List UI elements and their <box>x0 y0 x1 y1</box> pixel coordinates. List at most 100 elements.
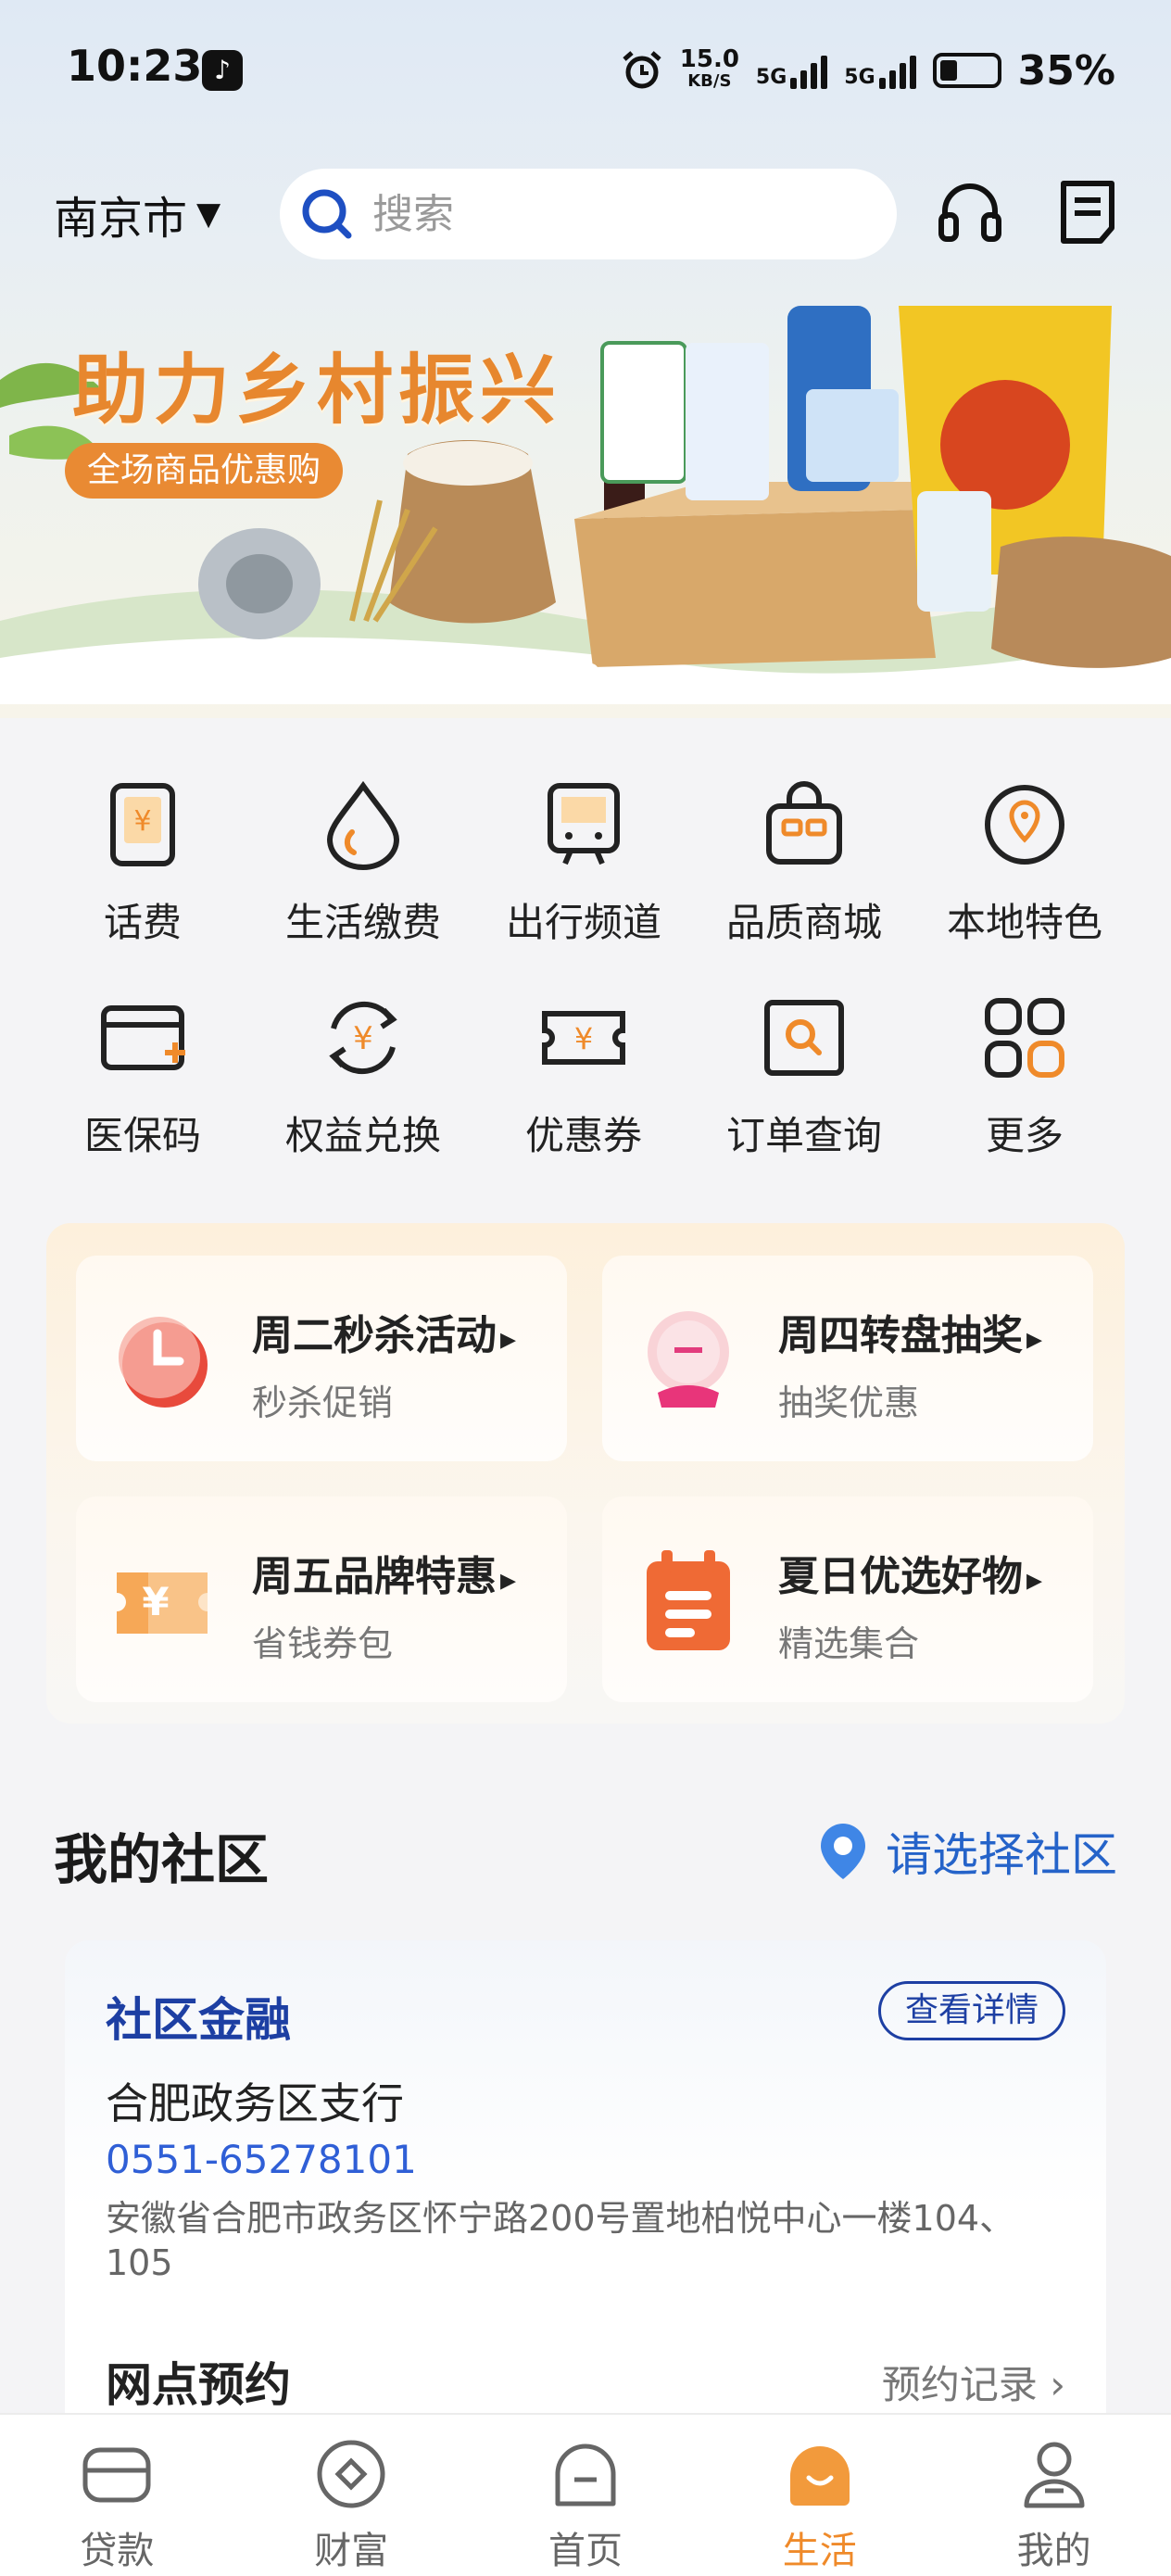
search-input[interactable] <box>372 190 836 238</box>
signal-sim1: 5G <box>755 52 828 89</box>
pick-community-label: 请选择社区 <box>886 1828 1117 1882</box>
quick-item-utilities[interactable]: 生活缴费 <box>253 741 473 954</box>
svg-text:¥: ¥ <box>133 805 151 838</box>
nav-label: 首页 <box>548 2530 623 2572</box>
nav-label: 财富 <box>314 2530 389 2572</box>
quick-item-local[interactable]: 本地特色 <box>914 741 1135 954</box>
battery-icon <box>932 53 1001 88</box>
tiktok-icon: ♪ <box>202 50 243 91</box>
bottom-nav: 贷款 财富 首页 生活 我的 <box>0 2413 1171 2576</box>
life-icon <box>789 2446 850 2506</box>
city-selector[interactable]: 南京市 ▼ <box>54 182 220 246</box>
quick-item-travel[interactable]: 出行频道 <box>473 741 694 954</box>
network-speed-unit: KB/S <box>687 71 732 91</box>
nav-tab-profile[interactable]: 我的 <box>937 2415 1171 2576</box>
pick-community-button[interactable]: 请选择社区 <box>817 1818 1117 1885</box>
quick-item-coupon[interactable]: ¥ 优惠券 <box>473 954 694 1168</box>
notepad-icon[interactable] <box>1056 178 1121 246</box>
promo-subtitle: 精选集合 <box>778 1623 920 1664</box>
community-card-title: 社区金融 <box>106 1993 291 2047</box>
water-drop-icon <box>326 780 400 870</box>
pagination-dot-active <box>584 663 598 678</box>
banner-pagination <box>556 663 598 678</box>
promo-title: 周二秒杀活动 <box>252 1302 516 1361</box>
quick-item-orders[interactable]: 订单查询 <box>694 954 914 1168</box>
nav-tab-wealth[interactable]: 财富 <box>234 2415 469 2576</box>
quick-item-label: 本地特色 <box>946 900 1102 945</box>
nav-label: 生活 <box>782 2530 857 2572</box>
coupon-ticket-icon: ¥ <box>117 1572 208 1634</box>
promo-subtitle: 秒杀促销 <box>252 1383 394 1423</box>
branch-booking-title: 网点预约 <box>106 2358 291 2412</box>
promo-title: 周五品牌特惠 <box>252 1543 516 1602</box>
quick-item-label: 更多 <box>985 1113 1064 1158</box>
alarm-icon <box>623 51 661 89</box>
svg-text:¥: ¥ <box>574 1021 593 1056</box>
quick-item-label: 话费 <box>103 900 182 945</box>
view-details-button[interactable]: 查看详情 <box>877 1981 1065 2040</box>
promo-panel: 周二秒杀活动 秒杀促销 周四转盘抽奖 抽奖优惠 ¥ 周五品牌特惠 省钱券包 <box>46 1223 1125 1724</box>
signal-sim2: 5G <box>844 52 916 89</box>
network-speed-value: 15.0 <box>679 45 739 73</box>
nav-label: 贷款 <box>80 2530 155 2572</box>
promo-subtitle: 抽奖优惠 <box>778 1383 920 1423</box>
booking-record-link[interactable]: 预约记录 › <box>882 2354 1065 2410</box>
promo-card-flash-sale[interactable]: 周二秒杀活动 秒杀促销 <box>76 1256 567 1461</box>
phone-bill-icon: ¥ <box>110 783 175 866</box>
quick-item-label: 医保码 <box>83 1113 201 1158</box>
pagination-dot <box>556 663 571 678</box>
banner-title: 助力乡村振兴 <box>72 328 561 438</box>
quick-item-mall[interactable]: 品质商城 <box>694 741 914 954</box>
calendar-list-icon <box>647 1550 730 1650</box>
quick-item-more[interactable]: 更多 <box>914 954 1135 1168</box>
quick-service-grid: ¥ 话费 生活缴费 出行频道 品质商城 本地特色 医保码 ¥ 权益兑换 ¥ 优惠… <box>0 741 1171 1168</box>
nav-label: 我的 <box>1016 2530 1091 2572</box>
bus-icon <box>548 783 620 865</box>
promo-card-brand-deal[interactable]: ¥ 周五品牌特惠 省钱券包 <box>76 1496 567 1702</box>
nav-tab-life[interactable]: 生活 <box>702 2415 937 2576</box>
promo-subtitle: 省钱券包 <box>252 1623 394 1664</box>
order-search-icon <box>764 1000 844 1076</box>
promo-banner[interactable]: 助力乡村振兴 全场商品优惠购 <box>0 269 1171 704</box>
quick-item-exchange[interactable]: ¥ 权益兑换 <box>253 954 473 1168</box>
wealth-icon <box>317 2440 385 2508</box>
quick-item-label: 权益兑换 <box>284 1113 441 1158</box>
status-indicators: 15.0 KB/S 5G 5G 35% <box>621 43 1115 98</box>
profile-icon <box>1024 2442 1085 2508</box>
loan-icon <box>82 2447 151 2503</box>
status-bar: 10:23 ♪ 15.0 KB/S 5G 5G 35% <box>0 0 1171 139</box>
quick-item-label: 生活缴费 <box>284 900 441 945</box>
network-speed: 15.0 KB/S <box>679 45 739 93</box>
search-icon <box>302 189 352 239</box>
crystal-ball-icon <box>648 1311 729 1408</box>
quick-item-medical[interactable]: 医保码 <box>32 954 253 1168</box>
quick-item-label: 品质商城 <box>725 900 882 945</box>
quick-item-phone-bill[interactable]: ¥ 话费 <box>32 741 253 954</box>
headset-icon[interactable] <box>936 178 1004 246</box>
promo-card-summer-picks[interactable]: 夏日优选好物 精选集合 <box>602 1496 1093 1702</box>
promo-title: 周四转盘抽奖 <box>778 1302 1042 1361</box>
home-icon <box>555 2443 616 2507</box>
exchange-icon: ¥ <box>329 1001 397 1075</box>
location-pin-icon <box>821 1824 865 1879</box>
banner-title-text: 助力乡村振兴 <box>72 346 562 435</box>
quick-row: ¥ 话费 生活缴费 出行频道 品质商城 本地特色 <box>0 741 1171 954</box>
top-bar: 南京市 ▼ <box>0 158 1171 269</box>
signal-bars-icon <box>878 52 916 89</box>
branch-address: 安徽省合肥市政务区怀宁路200号置地柏悦中心一楼104、105 <box>106 2198 1015 2283</box>
nav-tab-loan[interactable]: 贷款 <box>0 2415 234 2576</box>
clock-icon <box>119 1317 208 1408</box>
nav-tab-home[interactable]: 首页 <box>469 2415 703 2576</box>
search-box[interactable] <box>280 169 897 259</box>
clock: 10:23 <box>67 41 203 91</box>
caret-down-icon: ▼ <box>196 196 221 233</box>
coupon-icon: ¥ <box>542 1011 625 1065</box>
branch-phone-link[interactable]: 0551-65278101 <box>106 2137 417 2182</box>
quick-item-label: 优惠券 <box>524 1113 642 1158</box>
hero-area: 10:23 ♪ 15.0 KB/S 5G 5G 35% 南京市 ▼ 搜索 助力乡… <box>0 0 1171 718</box>
promo-title: 夏日优选好物 <box>778 1543 1042 1602</box>
sim1-label: 5G <box>755 66 787 89</box>
medical-card-icon <box>101 1005 185 1070</box>
section-title-community: 我的社区 <box>54 1828 270 1891</box>
promo-card-lottery[interactable]: 周四转盘抽奖 抽奖优惠 <box>602 1256 1093 1461</box>
